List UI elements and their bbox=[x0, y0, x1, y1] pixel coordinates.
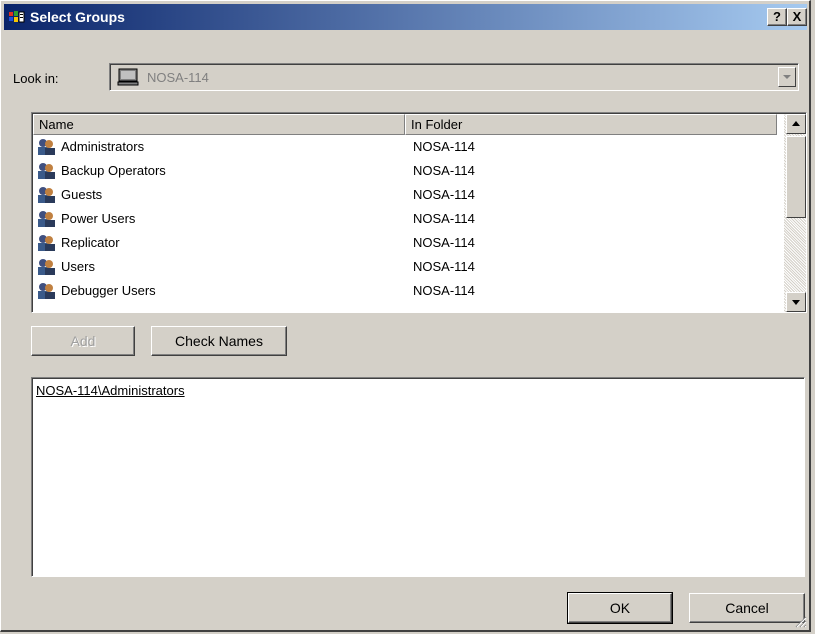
group-icon bbox=[38, 163, 55, 179]
add-button[interactable]: Add bbox=[31, 326, 135, 356]
group-folder: NOSA-114 bbox=[413, 187, 475, 202]
windows-flag-icon bbox=[9, 11, 25, 23]
group-name: Replicator bbox=[61, 235, 120, 250]
vertical-scrollbar[interactable] bbox=[784, 114, 806, 312]
group-icon bbox=[38, 187, 55, 203]
title-bar[interactable]: Select Groups ? X bbox=[4, 4, 807, 30]
check-names-button[interactable]: Check Names bbox=[151, 326, 287, 356]
list-item[interactable]: Debugger Users NOSA-114 bbox=[33, 279, 773, 303]
scroll-thumb[interactable] bbox=[786, 136, 806, 218]
scroll-up-button[interactable] bbox=[786, 114, 806, 134]
group-list[interactable]: Name In Folder Administrators NOSA-114 B… bbox=[31, 112, 807, 313]
list-item[interactable]: Administrators NOSA-114 bbox=[33, 135, 773, 159]
group-icon bbox=[38, 139, 55, 155]
window-title: Select Groups bbox=[30, 9, 125, 25]
ok-button[interactable]: OK bbox=[567, 592, 673, 624]
group-folder: NOSA-114 bbox=[413, 259, 475, 274]
column-header-in-folder[interactable]: In Folder bbox=[405, 114, 777, 135]
group-icon bbox=[38, 211, 55, 227]
group-folder: NOSA-114 bbox=[413, 283, 475, 298]
list-item[interactable]: Replicator NOSA-114 bbox=[33, 231, 773, 255]
group-name: Backup Operators bbox=[61, 163, 166, 178]
list-item[interactable]: Guests NOSA-114 bbox=[33, 183, 773, 207]
group-icon bbox=[38, 259, 55, 275]
group-folder: NOSA-114 bbox=[413, 139, 475, 154]
arrow-up-icon bbox=[792, 121, 800, 126]
group-icon bbox=[38, 283, 55, 299]
group-folder: NOSA-114 bbox=[413, 235, 475, 250]
computer-icon bbox=[117, 68, 139, 86]
group-name: Administrators bbox=[61, 139, 145, 154]
group-name: Debugger Users bbox=[61, 283, 156, 298]
scroll-down-button[interactable] bbox=[786, 292, 806, 312]
group-icon bbox=[38, 235, 55, 251]
selected-names-field[interactable]: NOSA-114\Administrators bbox=[31, 377, 805, 577]
cancel-button[interactable]: Cancel bbox=[689, 593, 805, 623]
column-header-name[interactable]: Name bbox=[33, 114, 405, 135]
look-in-label: Look in: bbox=[13, 71, 59, 86]
chevron-down-icon bbox=[783, 75, 791, 79]
look-in-combobox[interactable]: NOSA-114 bbox=[109, 63, 799, 91]
group-name: Users bbox=[61, 259, 95, 274]
look-in-dropdown-button[interactable] bbox=[778, 67, 796, 87]
resize-grip-icon[interactable] bbox=[793, 614, 807, 628]
help-button[interactable]: ? bbox=[767, 8, 787, 26]
close-button[interactable]: X bbox=[787, 8, 807, 26]
select-groups-dialog: Select Groups ? X Look in: NOSA-114 Name… bbox=[0, 0, 811, 632]
look-in-value: NOSA-114 bbox=[147, 70, 209, 85]
selected-name-link[interactable]: NOSA-114\Administrators bbox=[36, 383, 185, 398]
group-folder: NOSA-114 bbox=[413, 163, 475, 178]
list-item[interactable]: Users NOSA-114 bbox=[33, 255, 773, 279]
list-item[interactable]: Power Users NOSA-114 bbox=[33, 207, 773, 231]
list-item[interactable]: Backup Operators NOSA-114 bbox=[33, 159, 773, 183]
arrow-down-icon bbox=[792, 300, 800, 305]
group-name: Guests bbox=[61, 187, 103, 202]
group-folder: NOSA-114 bbox=[413, 211, 475, 226]
group-name: Power Users bbox=[61, 211, 136, 226]
